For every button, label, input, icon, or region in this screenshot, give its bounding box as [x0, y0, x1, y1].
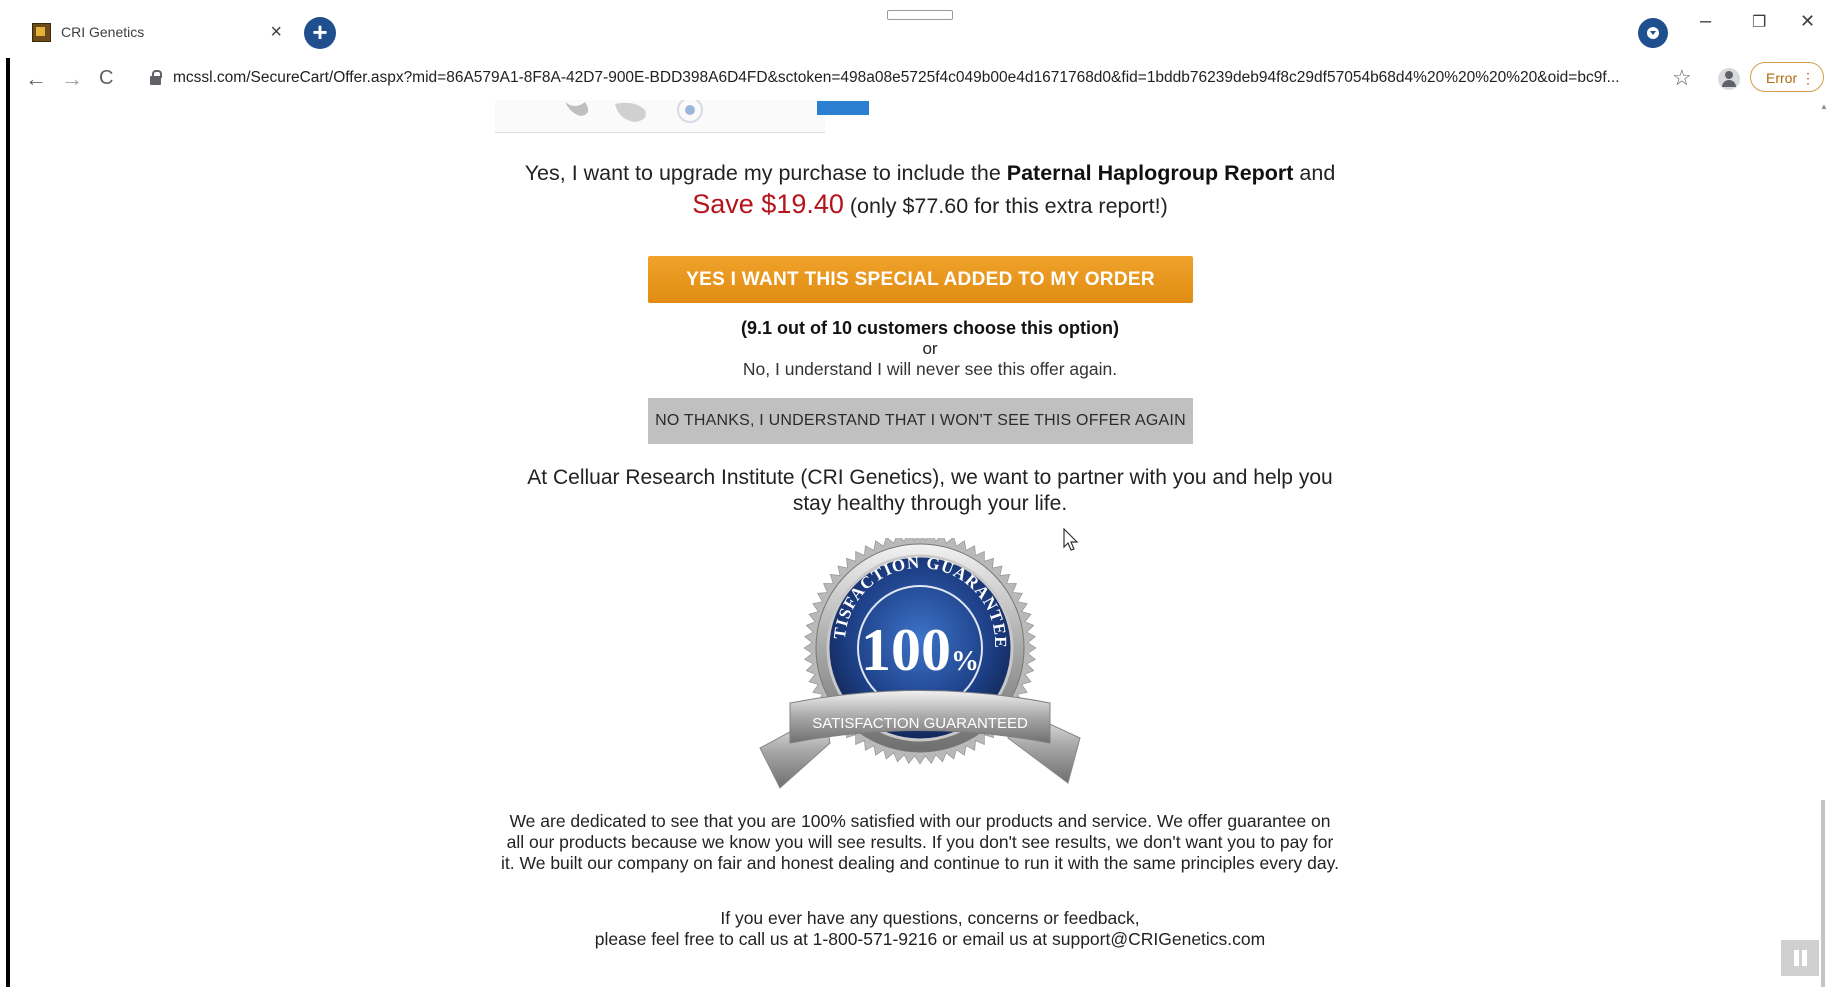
vertical-scrollbar[interactable]: ▲ — [1818, 100, 1828, 987]
seal-ribbon-text: SATISFACTION GUARANTEED — [812, 715, 1028, 732]
guarantee-paragraph: We are dedicated to see that you are 100… — [470, 811, 1370, 874]
contact-line-1: If you ever have any questions, concerns… — [720, 908, 1140, 928]
report-preview-image — [495, 100, 869, 133]
contact-paragraph: If you ever have any questions, concerns… — [430, 908, 1430, 950]
extension-icon[interactable] — [1638, 18, 1668, 48]
scroll-up-icon[interactable]: ▲ — [1820, 102, 1828, 111]
tab-close-icon[interactable]: × — [270, 21, 282, 44]
profile-avatar-icon[interactable] — [1718, 68, 1740, 90]
window-drag-handle[interactable] — [887, 10, 953, 20]
left-border — [6, 58, 10, 987]
decline-offer-button[interactable]: NO THANKS, I UNDERSTAND THAT I WON'T SEE… — [648, 398, 1193, 444]
upgrade-offer-text: Yes, I want to upgrade my purchase to in… — [430, 158, 1430, 222]
guarantee-line-1: We are dedicated to see that you are 100… — [509, 811, 1331, 831]
minimize-button[interactable]: – — [1700, 10, 1711, 33]
tab-strip: CRI Genetics × + – ❐ ✕ — [0, 0, 1828, 58]
guarantee-line-2: all our products because we know you wil… — [506, 832, 1334, 852]
partner-statement: At Celluar Research Institute (CRI Genet… — [430, 465, 1430, 517]
contact-line-2: please feel free to call us at 1-800-571… — [594, 929, 1266, 949]
kebab-menu-icon[interactable]: ⋮ — [1801, 63, 1815, 93]
site-favicon-icon — [32, 22, 51, 42]
error-label: Error — [1766, 70, 1798, 86]
preview-button-graphic — [817, 101, 869, 115]
decline-note: No, I understand I will never see this o… — [742, 359, 1118, 379]
mouse-cursor-icon — [1063, 528, 1079, 551]
or-separator: or — [922, 339, 938, 358]
bookmark-star-icon[interactable]: ☆ — [1672, 65, 1692, 91]
new-tab-button[interactable]: + — [304, 17, 336, 49]
partner-line-2: stay healthy through your life. — [792, 492, 1068, 515]
guarantee-line-3: it. We built our company on fair and hon… — [501, 853, 1339, 873]
map-graphic — [565, 100, 703, 123]
accept-offer-button[interactable]: YES I WANT THIS SPECIAL ADDED TO MY ORDE… — [648, 256, 1193, 303]
lock-icon — [150, 70, 162, 85]
seal-percent-number: 100 — [861, 617, 951, 683]
restore-button[interactable]: ❐ — [1752, 12, 1766, 32]
browser-toolbar: ← → C mcssl.com/SecureCart/Offer.aspx?mi… — [0, 58, 1828, 100]
report-name: Paternal Haplogroup Report — [1006, 161, 1294, 185]
upgrade-prefix: Yes, I want to upgrade my purchase to in… — [524, 161, 1007, 185]
forward-arrow-icon[interactable]: → — [61, 66, 83, 92]
popularity-note: (9.1 out of 10 customers choose this opt… — [740, 318, 1120, 338]
scrollbar-thumb[interactable] — [1821, 800, 1825, 987]
seal-percent-sign: % — [951, 646, 979, 677]
error-badge-button[interactable]: Error ⋮ — [1750, 62, 1824, 92]
back-arrow-icon[interactable]: ← — [25, 66, 47, 92]
savings-amount: Save $19.40 — [692, 189, 844, 219]
close-window-button[interactable]: ✕ — [1800, 11, 1815, 32]
satisfaction-guaranteed-seal: SATISFACTION GUARANTEED 100% SATISFACTIO… — [750, 538, 1081, 789]
tab-title: CRI Genetics — [61, 24, 145, 40]
address-bar[interactable]: mcssl.com/SecureCart/Offer.aspx?mid=86A5… — [173, 69, 1620, 87]
reload-icon[interactable]: C — [99, 67, 113, 90]
pause-icon[interactable] — [1781, 940, 1819, 976]
upgrade-suffix: and — [1293, 161, 1336, 185]
price-note: (only $77.60 for this extra report!) — [843, 194, 1168, 218]
browser-tab[interactable]: CRI Genetics × — [18, 12, 294, 52]
partner-line-1: At Celluar Research Institute (CRI Genet… — [527, 466, 1333, 489]
